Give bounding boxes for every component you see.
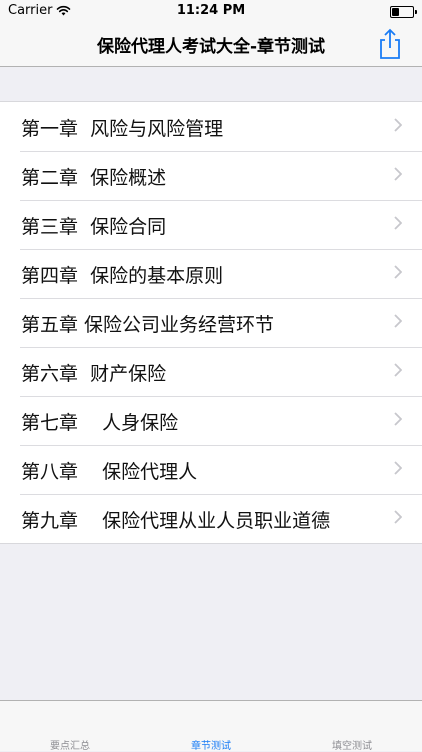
chapter-row-4[interactable]: 第四章 保险的基本原则 bbox=[0, 249, 422, 298]
chapter-row-3[interactable]: 第三章 保险合同 bbox=[0, 200, 422, 249]
chapter-label: 第九章 保险代理从业人员职业道德 bbox=[21, 510, 331, 532]
chapter-row-8[interactable]: 第八章 保险代理人 bbox=[0, 445, 422, 494]
chapter-label: 第八章 保险代理人 bbox=[21, 461, 198, 483]
chevron-right-icon bbox=[394, 412, 402, 426]
chapter-row-9[interactable]: 第九章 保险代理从业人员职业道德 bbox=[0, 494, 422, 543]
chapter-list: 第一章 风险与风险管理 第二章 保险概述 第三章 保险合同 第四章 保险的基本原… bbox=[0, 101, 422, 544]
chapter-label: 第三章 保险合同 bbox=[21, 216, 167, 238]
tab-bar: 要点汇总 章节测试 填空测试 bbox=[0, 700, 422, 752]
chapter-label: 第六章 财产保险 bbox=[21, 363, 167, 385]
chapter-label: 第七章 人身保险 bbox=[21, 412, 179, 434]
chapter-row-5[interactable]: 第五章 保险公司业务经营环节 bbox=[0, 298, 422, 347]
chevron-right-icon bbox=[394, 216, 402, 230]
page-title: 保险代理人考试大全-章节测试 bbox=[96, 37, 326, 57]
chapter-label: 第五章 保险公司业务经营环节 bbox=[21, 314, 275, 336]
navigation-bar: 保险代理人考试大全-章节测试 bbox=[0, 22, 422, 67]
share-icon bbox=[380, 28, 400, 59]
chevron-right-icon bbox=[394, 363, 402, 377]
chevron-right-icon bbox=[394, 118, 402, 132]
chevron-right-icon bbox=[394, 167, 402, 181]
chevron-right-icon bbox=[394, 461, 402, 475]
status-bar: Carrier 11:24 PM bbox=[0, 0, 422, 22]
chapter-row-6[interactable]: 第六章 财产保险 bbox=[0, 347, 422, 396]
chapter-row-7[interactable]: 第七章 人身保险 bbox=[0, 396, 422, 445]
status-time: 11:24 PM bbox=[176, 3, 246, 18]
battery-level bbox=[392, 8, 399, 16]
chapter-row-2[interactable]: 第二章 保险概述 bbox=[0, 151, 422, 200]
chapter-label: 第一章 风险与风险管理 bbox=[21, 118, 224, 140]
battery-icon bbox=[390, 6, 417, 18]
chapter-row-1[interactable]: 第一章 风险与风险管理 bbox=[0, 102, 422, 151]
chevron-right-icon bbox=[394, 314, 402, 328]
chapter-label: 第二章 保险概述 bbox=[21, 167, 167, 189]
chapter-label: 第四章 保险的基本原则 bbox=[21, 265, 224, 287]
chevron-right-icon bbox=[394, 265, 402, 279]
chevron-right-icon bbox=[394, 510, 402, 524]
share-button[interactable] bbox=[376, 28, 404, 60]
